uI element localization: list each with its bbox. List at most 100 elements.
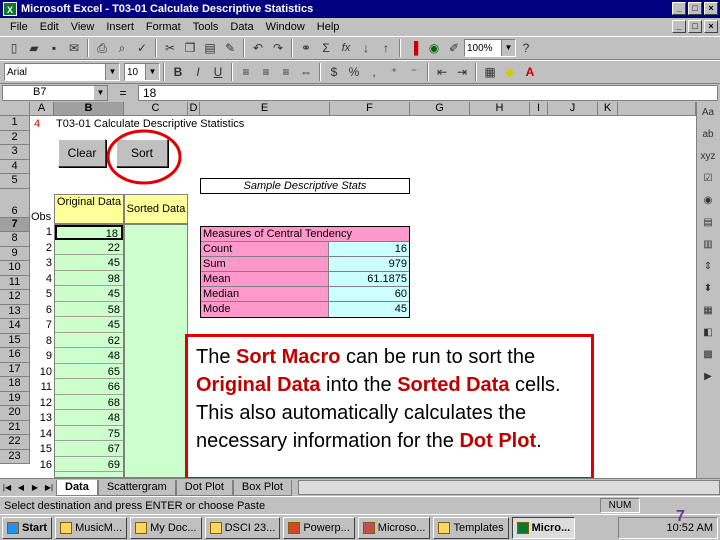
style-a-icon[interactable]: Aa bbox=[697, 102, 719, 124]
print-icon[interactable]: ⎙ bbox=[92, 38, 112, 58]
function-icon[interactable]: fx bbox=[336, 38, 356, 58]
style-b-icon[interactable]: ab bbox=[697, 124, 719, 146]
autosum-icon[interactable]: Σ bbox=[316, 38, 336, 58]
drawing-icon[interactable]: ✐ bbox=[444, 38, 464, 58]
obs-cell[interactable]: 15 bbox=[32, 442, 52, 457]
original-data-cell[interactable]: 68 bbox=[55, 396, 123, 410]
format-painter-icon[interactable]: ✎ bbox=[220, 38, 240, 58]
taskbar-item[interactable]: Microso... bbox=[357, 516, 431, 539]
decrease-indent-icon[interactable]: ⇤ bbox=[432, 62, 452, 82]
clear-button[interactable]: Clear bbox=[58, 139, 106, 167]
help-icon[interactable]: ? bbox=[516, 38, 536, 58]
tab-scattergram[interactable]: Scattergram bbox=[97, 479, 176, 496]
tab-data[interactable]: Data bbox=[56, 479, 98, 496]
doc-restore-button[interactable]: □ bbox=[688, 20, 702, 33]
italic-icon[interactable]: I bbox=[188, 62, 208, 82]
obs-cell[interactable]: 7 bbox=[32, 318, 52, 333]
cut-icon[interactable]: ✂ bbox=[160, 38, 180, 58]
menu-file[interactable]: File bbox=[4, 21, 34, 33]
row-header[interactable]: 8 bbox=[0, 232, 30, 247]
stat-value[interactable]: 16 bbox=[329, 242, 409, 256]
combo-icon[interactable]: ▥ bbox=[697, 234, 719, 256]
obs-cell[interactable]: 14 bbox=[32, 427, 52, 442]
horizontal-scrollbar[interactable] bbox=[297, 480, 720, 495]
open-icon[interactable]: ▰ bbox=[24, 38, 44, 58]
start-button[interactable]: Start bbox=[2, 516, 53, 539]
tab-box-plot[interactable]: Box Plot bbox=[232, 479, 292, 496]
original-data-cell[interactable]: 58 bbox=[55, 303, 123, 317]
menu-help[interactable]: Help bbox=[311, 21, 346, 33]
align-center-icon[interactable]: ≡ bbox=[256, 62, 276, 82]
increase-decimal-icon[interactable]: ⁺ bbox=[384, 62, 404, 82]
menu-data[interactable]: Data bbox=[224, 21, 259, 33]
row-header[interactable]: 21 bbox=[0, 420, 30, 435]
original-data-cell[interactable]: 45 bbox=[55, 318, 123, 333]
menu-format[interactable]: Format bbox=[140, 21, 187, 33]
font-color-icon[interactable]: A bbox=[520, 62, 540, 82]
spinner-icon[interactable]: ⬍ bbox=[697, 278, 719, 300]
minimize-button[interactable]: _ bbox=[672, 2, 686, 15]
original-data-cell[interactable]: 62 bbox=[55, 334, 123, 348]
taskbar-item[interactable]: My Doc... bbox=[130, 516, 202, 539]
row-header[interactable]: 11 bbox=[0, 275, 30, 290]
maximize-button[interactable]: □ bbox=[688, 2, 702, 15]
obs-cell[interactable]: 4 bbox=[32, 272, 52, 287]
menu-edit[interactable]: Edit bbox=[34, 21, 65, 33]
grid-icon[interactable]: ▩ bbox=[697, 344, 719, 366]
column-header-h[interactable]: H bbox=[470, 102, 530, 116]
row-header[interactable]: 19 bbox=[0, 391, 30, 406]
original-data-cell[interactable]: 66 bbox=[55, 380, 123, 395]
obs-cell[interactable]: 2 bbox=[32, 241, 52, 256]
row-header[interactable]: 7 bbox=[0, 217, 30, 232]
row-header[interactable]: 10 bbox=[0, 261, 30, 276]
original-data-column[interactable]: 18 22 45 98 45 58 45 62 48 65 66 68 48 7… bbox=[54, 224, 124, 478]
chart-wizard-icon[interactable]: ▐ bbox=[404, 38, 424, 58]
prev-sheet-icon[interactable]: ◀ bbox=[14, 481, 28, 495]
save-icon[interactable]: ▪ bbox=[44, 38, 64, 58]
obs-cell[interactable]: 9 bbox=[32, 349, 52, 364]
scroll-icon[interactable]: ⇕ bbox=[697, 256, 719, 278]
stat-value[interactable]: 979 bbox=[329, 257, 409, 271]
row-header[interactable]: 12 bbox=[0, 290, 30, 305]
column-header-e[interactable]: E bbox=[200, 102, 330, 116]
map-icon[interactable]: ◉ bbox=[424, 38, 444, 58]
merge-center-icon[interactable]: ⇔ bbox=[296, 62, 316, 82]
chevron-down-icon[interactable]: ▼ bbox=[145, 64, 159, 80]
print-preview-icon[interactable]: ⌕ bbox=[112, 38, 132, 58]
original-data-cell[interactable]: 48 bbox=[55, 411, 123, 426]
column-header-k[interactable]: K bbox=[598, 102, 618, 116]
sorted-data-column[interactable] bbox=[124, 224, 188, 478]
column-header-i[interactable]: I bbox=[530, 102, 548, 116]
fill-color-icon[interactable]: ◆ bbox=[500, 62, 520, 82]
clock[interactable]: 10:52 AM bbox=[667, 522, 713, 534]
undo-icon[interactable]: ↶ bbox=[248, 38, 268, 58]
spelling-icon[interactable]: ✓ bbox=[132, 38, 152, 58]
original-data-cell[interactable]: 75 bbox=[55, 427, 123, 441]
obs-cell[interactable]: 16 bbox=[32, 458, 52, 473]
checkbox-icon[interactable]: ☑ bbox=[697, 168, 719, 190]
run-icon[interactable]: ▶ bbox=[697, 366, 719, 388]
paste-icon[interactable]: ▤ bbox=[200, 38, 220, 58]
radio-icon[interactable]: ◉ bbox=[697, 190, 719, 212]
row-header[interactable]: 15 bbox=[0, 333, 30, 348]
cell-a1[interactable]: 4 bbox=[34, 117, 40, 132]
obs-cell[interactable]: 10 bbox=[32, 365, 52, 380]
menu-view[interactable]: View bbox=[65, 21, 101, 33]
row-header[interactable]: 2 bbox=[0, 130, 30, 145]
column-header-a[interactable]: A bbox=[30, 102, 54, 116]
row-header[interactable]: 6 bbox=[0, 188, 30, 218]
list-icon[interactable]: ▤ bbox=[697, 212, 719, 234]
borders-icon[interactable]: ▦ bbox=[480, 62, 500, 82]
row-header[interactable]: 1 bbox=[0, 116, 30, 131]
obs-cell[interactable]: 3 bbox=[32, 256, 52, 271]
taskbar-item[interactable]: MusicM... bbox=[55, 516, 128, 539]
obs-cell[interactable]: 13 bbox=[32, 411, 52, 426]
menu-tools[interactable]: Tools bbox=[187, 21, 225, 33]
column-header-j[interactable]: J bbox=[548, 102, 598, 116]
font-size-select[interactable]: 10 ▼ bbox=[124, 63, 160, 81]
chevron-down-icon[interactable]: ▼ bbox=[501, 40, 515, 56]
column-header-f[interactable]: F bbox=[330, 102, 410, 116]
underline-icon[interactable]: U bbox=[208, 62, 228, 82]
name-box[interactable]: B7 ▼ bbox=[2, 85, 108, 101]
original-data-cell[interactable]: 45 bbox=[55, 256, 123, 271]
